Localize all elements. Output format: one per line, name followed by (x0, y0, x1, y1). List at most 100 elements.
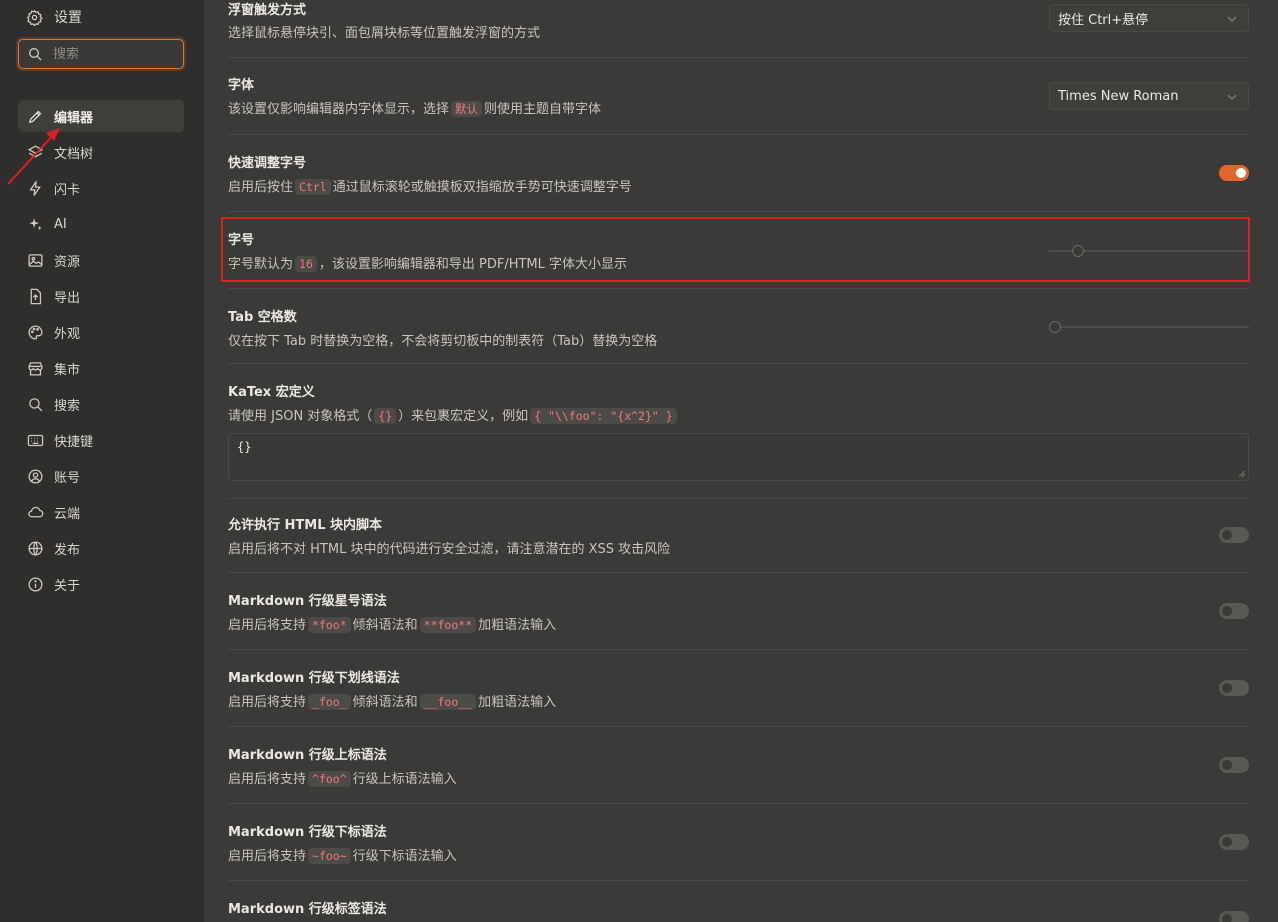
setting-title: Markdown 行级星号语法 (228, 594, 387, 609)
setting-md-star: Markdown 行级星号语法 启用后将支持 *foo* 倾斜语法和 **foo** 加… (228, 573, 1249, 650)
settings-sidebar: 设置 编辑器 文档树 闪卡 AI 资源 导出 (0, 0, 204, 922)
info-icon (28, 576, 43, 592)
hover-trigger-select[interactable]: 按住 Ctrl+悬停 (1049, 4, 1249, 32)
image-icon (28, 253, 43, 267)
sidebar-item-label: 文档树 (54, 146, 94, 162)
sidebar-item-label: 资源 (54, 254, 81, 270)
html-script-toggle[interactable] (1219, 527, 1249, 543)
setting-title: 浮窗触发方式 (228, 3, 307, 18)
setting-title: 字体 (228, 78, 255, 93)
search-icon (29, 48, 42, 61)
sidebar-item-keymap[interactable]: 快捷键 (18, 424, 184, 456)
inline-code: Ctrl (295, 179, 331, 195)
sidebar-item-marketplace[interactable]: 集市 (18, 352, 184, 384)
tab-space-slider[interactable] (1049, 321, 1249, 333)
pencil-icon (28, 110, 42, 123)
setting-katex-macros: KaTex 宏定义 请使用 JSON 对象格式（{} ）来包裹宏定义，例如{ "\… (228, 364, 1249, 499)
sidebar-item-about[interactable]: 关于 (18, 568, 184, 600)
sidebar-item-label: 搜索 (54, 398, 81, 414)
md-underscore-toggle[interactable] (1219, 680, 1249, 696)
setting-title: Markdown 行级上标语法 (228, 748, 387, 763)
desc-text: 行级上标语法输入 (352, 772, 457, 787)
flash-icon (29, 180, 41, 196)
slider-thumb[interactable] (1049, 321, 1061, 333)
sidebar-item-account[interactable]: 账号 (18, 460, 184, 492)
sidebar-item-assets[interactable]: 资源 (18, 244, 184, 276)
desc-text: 启用后将支持 (228, 772, 307, 787)
settings-title: 设置 (26, 6, 82, 28)
setting-desc: 启用后将支持 *foo* 倾斜语法和 **foo** 加粗语法输入 (228, 614, 556, 633)
sidebar-item-label: 集市 (54, 362, 81, 378)
sidebar-nav: 编辑器 文档树 闪卡 AI 资源 导出 外观 集市 搜索 快捷键 账号 云端 发… (18, 100, 184, 604)
search-icon (29, 397, 43, 411)
sidebar-item-flashcard[interactable]: 闪卡 (18, 172, 184, 204)
cloud-icon (28, 506, 44, 517)
inline-code: 16 (295, 256, 317, 272)
toggle-knob (1222, 760, 1232, 770)
toggle-knob (1222, 837, 1232, 847)
desc-text: 启用后将支持 (228, 849, 307, 864)
sidebar-item-label: 闪卡 (54, 182, 81, 198)
setting-hover-trigger: 浮窗触发方式 选择鼠标悬停块引、面包屑块标等位置触发浮窗的方式 按住 Ctrl+… (228, 0, 1249, 58)
quick-font-size-toggle[interactable] (1219, 165, 1249, 181)
sidebar-item-editor[interactable]: 编辑器 (18, 100, 184, 132)
setting-title: 快速调整字号 (228, 156, 307, 171)
search-box[interactable] (18, 39, 184, 69)
setting-desc: 启用后将不对 HTML 块中的代码进行安全过滤，请注意潜在的 XSS 攻击风险 (228, 542, 671, 557)
desc-text: 该设置仅影响编辑器内字体显示，选择 (228, 102, 450, 117)
store-icon (28, 361, 43, 376)
sidebar-item-label: AI (54, 216, 67, 232)
setting-desc: 启用后将支持 ^foo^ 行级上标语法输入 (228, 768, 457, 787)
inline-code: ^foo^ (308, 771, 351, 787)
md-sup-toggle[interactable] (1219, 757, 1249, 773)
chevron-down-icon (1227, 94, 1237, 101)
sidebar-item-label: 发布 (54, 542, 81, 558)
inline-code: {} (374, 408, 397, 424)
sidebar-item-publish[interactable]: 发布 (18, 532, 184, 564)
font-select[interactable]: Times New Roman (1049, 82, 1249, 110)
sidebar-item-export[interactable]: 导出 (18, 280, 184, 312)
search-input[interactable] (53, 46, 163, 62)
sidebar-item-search[interactable]: 搜索 (18, 388, 184, 420)
slider-track (1049, 326, 1249, 328)
setting-tab-space: Tab 空格数 仅在按下 Tab 时替换为空格，不会将剪切板中的制表符（Tab）… (228, 289, 1249, 364)
inline-code: _foo_ (308, 694, 351, 710)
setting-md-underscore: Markdown 行级下划线语法 启用后将支持 _foo_ 倾斜语法和 __foo__… (228, 650, 1249, 727)
select-value: 按住 Ctrl+悬停 (1058, 12, 1149, 28)
desc-text: 字号默认为 (228, 257, 294, 272)
desc-text: 启用后按住 (228, 180, 294, 195)
inline-code: **foo** (419, 617, 477, 633)
desc-text: 请使用 JSON 对象格式（ (228, 409, 373, 424)
setting-desc: 启用后按住 Ctrl 通过鼠标滚轮或触摸板双指缩放手势可快速调整字号 (228, 176, 632, 195)
desc-text: 倾斜语法和 (352, 695, 418, 710)
setting-quick-font-size: 快速调整字号 启用后按住 Ctrl 通过鼠标滚轮或触摸板双指缩放手势可快速调整字号 (228, 135, 1249, 212)
font-size-slider[interactable] (1049, 245, 1249, 257)
desc-text: 行级下标语法输入 (352, 849, 457, 864)
settings-panel: 浮窗触发方式 选择鼠标悬停块引、面包屑块标等位置触发浮窗的方式 按住 Ctrl+… (204, 0, 1278, 922)
md-star-toggle[interactable] (1219, 603, 1249, 619)
setting-desc: 启用后将支持 ~foo~ 行级下标语法输入 (228, 845, 457, 864)
slider-thumb[interactable] (1072, 245, 1084, 257)
sidebar-item-cloud[interactable]: 云端 (18, 496, 184, 528)
desc-text: 则使用主题自带字体 (484, 102, 602, 117)
setting-title: Markdown 行级标签语法 (228, 902, 387, 917)
setting-title: KaTex 宏定义 (228, 385, 315, 400)
md-tag-toggle[interactable] (1219, 911, 1249, 922)
desc-text: ，该设置影响编辑器和导出 PDF/HTML 字体大小显示 (318, 257, 628, 272)
gear-icon (27, 9, 43, 26)
layers-icon (27, 144, 44, 157)
inline-code: 默认 (451, 101, 483, 117)
sidebar-item-doctree[interactable]: 文档树 (18, 136, 184, 168)
setting-title: 字号 (228, 233, 255, 248)
sidebar-item-ai[interactable]: AI (18, 208, 184, 240)
toggle-knob (1222, 606, 1232, 616)
setting-md-sub: Markdown 行级下标语法 启用后将支持 ~foo~ 行级下标语法输入 (228, 804, 1249, 881)
sidebar-item-label: 账号 (54, 470, 81, 486)
sidebar-item-appearance[interactable]: 外观 (18, 316, 184, 348)
katex-macros-textarea[interactable]: {} (228, 433, 1249, 481)
sidebar-item-label: 导出 (54, 290, 81, 306)
md-sub-toggle[interactable] (1219, 834, 1249, 850)
desc-text: 加粗语法输入 (478, 695, 557, 710)
resize-handle-icon[interactable] (1238, 470, 1246, 478)
toggle-knob (1222, 530, 1232, 540)
